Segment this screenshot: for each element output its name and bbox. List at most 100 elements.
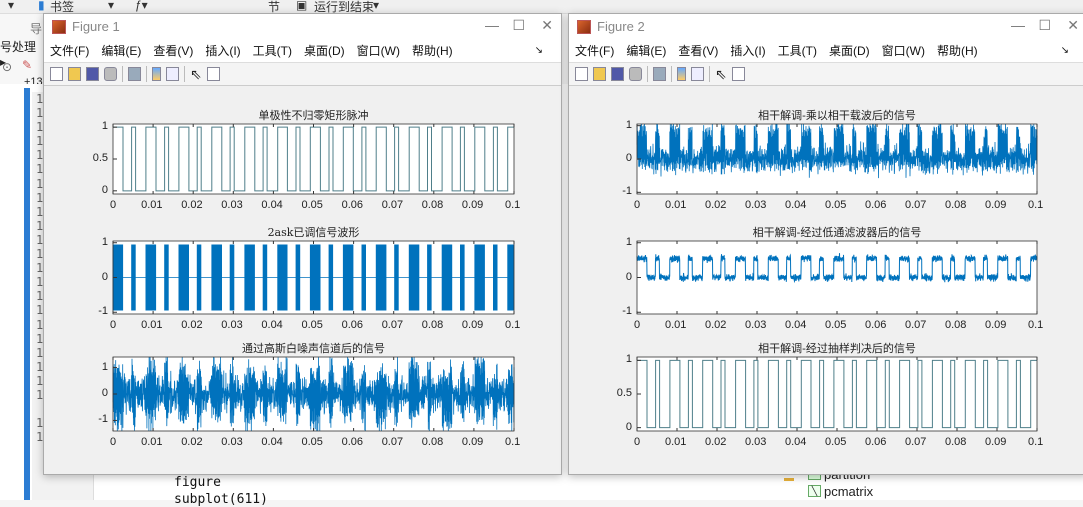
x-tick-label: 0.01 bbox=[141, 319, 163, 331]
x-tick-label: 0.06 bbox=[865, 199, 887, 211]
menu-item[interactable]: 查看(V) bbox=[153, 42, 193, 59]
dropdown-arrow[interactable]: ▾ bbox=[8, 0, 14, 12]
menu-item[interactable]: 查看(V) bbox=[678, 42, 718, 59]
menu-item[interactable]: 桌面(D) bbox=[304, 42, 345, 59]
y-tick-label: -1 bbox=[98, 305, 108, 318]
property-editor-icon[interactable] bbox=[731, 67, 745, 81]
x-tick-label: 0.05 bbox=[301, 199, 323, 211]
menu-item[interactable]: 窗口(W) bbox=[357, 42, 400, 59]
dropdown-arrow[interactable]: ▾ bbox=[108, 0, 114, 12]
y-tick-label: 1 bbox=[101, 360, 108, 373]
plot-area bbox=[112, 123, 515, 195]
y-tick-label: 0 bbox=[101, 270, 108, 283]
new-figure-icon[interactable] bbox=[50, 67, 63, 81]
open-file-icon[interactable] bbox=[68, 67, 81, 81]
x-tick-label: 0.02 bbox=[181, 436, 203, 448]
colorbar-icon[interactable] bbox=[677, 67, 686, 81]
dock-icon[interactable]: ↘ bbox=[535, 45, 543, 56]
menu-item[interactable]: 工具(T) bbox=[253, 42, 292, 59]
menu-item[interactable]: 文件(F) bbox=[50, 42, 89, 59]
plot-axes[interactable]: 通过高斯白噪声信道后的信号 0 0.01 0.02 0.03 0.04 0.05 0.06 0.… bbox=[98, 342, 520, 448]
expand-icon[interactable]: ⊙ bbox=[2, 60, 12, 74]
plot-axes[interactable]: 相干解调-经过抽样判决后的信号 0 0.01 0.02 0.03 0.04 0.05 0.06… bbox=[617, 342, 1044, 448]
maximize-button[interactable]: ☐ bbox=[512, 17, 525, 34]
x-tick-label: 0.05 bbox=[301, 319, 323, 331]
plot-axes[interactable]: 相干解调-经过低通滤波器后的信号 0 0.01 0.02 0.03 0.04 0.05 0.0… bbox=[622, 226, 1043, 331]
pointer-icon[interactable]: ⇖ bbox=[715, 66, 727, 83]
x-tick-label: 0.08 bbox=[945, 319, 967, 331]
x-tick-label: 0.02 bbox=[705, 319, 727, 331]
code-line[interactable]: figure bbox=[174, 475, 221, 490]
colorbar-icon[interactable] bbox=[152, 67, 161, 81]
x-tick-label: 0.01 bbox=[665, 319, 687, 331]
new-figure-icon[interactable] bbox=[575, 67, 588, 81]
x-tick-label: 0.07 bbox=[381, 436, 404, 448]
print-icon[interactable] bbox=[104, 67, 117, 81]
menu-item[interactable]: 编辑(E) bbox=[101, 42, 141, 59]
menu-item[interactable]: 帮助(H) bbox=[937, 42, 978, 59]
menu-item[interactable]: 文件(F) bbox=[575, 42, 614, 59]
x-tick-label: 0.09 bbox=[985, 199, 1007, 211]
x-tick-label: 0.1 bbox=[1028, 319, 1044, 331]
maximize-button[interactable]: ☐ bbox=[1038, 17, 1051, 34]
x-tick-label: 0 bbox=[634, 436, 641, 448]
figure-toolbar: ⇖ bbox=[569, 63, 1083, 86]
close-button[interactable]: ✕ bbox=[1067, 17, 1079, 34]
bookmark-icon: ▮ bbox=[38, 0, 45, 12]
property-editor-icon[interactable] bbox=[206, 67, 220, 81]
save-icon[interactable] bbox=[86, 67, 99, 81]
close-button[interactable]: ✕ bbox=[541, 17, 553, 34]
x-tick-label: 0.05 bbox=[825, 199, 847, 211]
x-tick-label: 0.1 bbox=[1028, 199, 1044, 211]
save-icon[interactable] bbox=[611, 67, 624, 81]
y-tick-label: 1 bbox=[625, 118, 632, 131]
x-tick-label: 0 bbox=[110, 199, 117, 211]
menu-item[interactable]: 帮助(H) bbox=[412, 42, 453, 59]
x-tick-label: 0.06 bbox=[865, 319, 887, 331]
workspace-item[interactable]: pcmatrix bbox=[824, 484, 873, 499]
open-file-icon[interactable] bbox=[593, 67, 606, 81]
plot-title: 相干解调-经过低通滤波器后的信号 bbox=[752, 226, 922, 239]
separator bbox=[709, 66, 710, 82]
x-tick-label: 0.07 bbox=[381, 319, 404, 331]
matlab-figure-icon bbox=[577, 19, 591, 34]
x-tick-label: 0 bbox=[634, 319, 641, 331]
minimize-button[interactable]: — bbox=[485, 17, 499, 33]
separator bbox=[647, 66, 648, 82]
link-plot-icon[interactable] bbox=[128, 67, 141, 81]
title-bar[interactable]: Figure 2 — ☐ ✕ bbox=[569, 14, 1083, 39]
menu-item[interactable]: 插入(I) bbox=[730, 42, 765, 59]
x-tick-label: 0.08 bbox=[421, 199, 444, 211]
plot-axes[interactable]: 2ask已调信号波形 0 0.01 0.02 0.03 0.04 0.05 0.06 0.07 0… bbox=[98, 226, 520, 331]
dock-icon[interactable]: ↘ bbox=[1061, 45, 1069, 56]
function-icon[interactable]: ƒ▾ bbox=[135, 0, 148, 12]
dropdown-arrow[interactable]: ▾ bbox=[373, 0, 379, 12]
menu-item[interactable]: 插入(I) bbox=[205, 42, 240, 59]
x-tick-label: 0.01 bbox=[141, 436, 163, 448]
y-tick-label: 0 bbox=[625, 420, 632, 433]
print-icon[interactable] bbox=[629, 67, 642, 81]
minimize-button[interactable]: — bbox=[1011, 17, 1025, 33]
pointer-icon[interactable]: ⇖ bbox=[190, 66, 202, 83]
figure-1-window[interactable]: Figure 1 — ☐ ✕ 文件(F) 编辑(E) 查看(V) 插入(I) 工具(T)… bbox=[43, 13, 562, 475]
x-tick-label: 0.02 bbox=[705, 199, 727, 211]
menu-item[interactable]: 编辑(E) bbox=[626, 42, 666, 59]
legend-icon[interactable] bbox=[691, 67, 704, 81]
y-tick-label: 0 bbox=[101, 183, 108, 196]
legend-icon[interactable] bbox=[166, 67, 179, 81]
figure-toolbar: ⇖ bbox=[44, 63, 561, 86]
menu-item[interactable]: 工具(T) bbox=[778, 42, 817, 59]
title-bar[interactable]: Figure 1 — ☐ ✕ bbox=[44, 14, 561, 39]
x-tick-label: 0.03 bbox=[745, 319, 767, 331]
x-tick-label: 0.03 bbox=[745, 199, 767, 211]
collapse-icon[interactable] bbox=[784, 478, 794, 481]
x-tick-label: 0.09 bbox=[461, 319, 484, 331]
plot-axes[interactable]: 单极性不归零矩形脉冲 0 0.01 0.02 0.03 0.04 0.05 0.06 0.07 0… bbox=[93, 109, 521, 211]
link-plot-icon[interactable] bbox=[653, 67, 666, 81]
axes-background bbox=[113, 124, 514, 194]
menu-item[interactable]: 窗口(W) bbox=[882, 42, 925, 59]
figure-2-window[interactable]: Figure 2 — ☐ ✕ 文件(F) 编辑(E) 查看(V) 插入(I) 工具(T)… bbox=[568, 13, 1083, 475]
x-tick-label: 0.06 bbox=[341, 199, 364, 211]
menu-item[interactable]: 桌面(D) bbox=[829, 42, 870, 59]
plot-axes[interactable]: 相干解调-乘以相干载波后的信号 0 0.01 0.02 0.03 0.04 0.05 0.06… bbox=[622, 109, 1043, 211]
